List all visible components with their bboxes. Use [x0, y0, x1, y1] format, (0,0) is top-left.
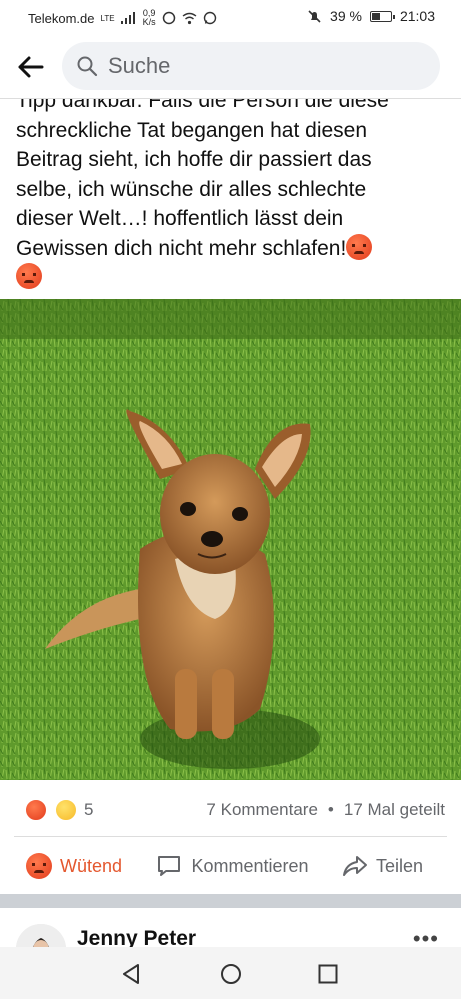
- whatsapp-icon: [203, 11, 216, 25]
- comment-icon: [158, 856, 180, 876]
- feed-separator: [0, 894, 461, 908]
- search-input[interactable]: [106, 52, 410, 80]
- sync-icon: [162, 11, 175, 25]
- status-left: Telekom.de LTE 0,9 K/s: [28, 9, 217, 27]
- dog-on-grass-image: [0, 299, 461, 780]
- status-bar: Telekom.de LTE 0,9 K/s 39 % 21:03: [0, 0, 461, 34]
- status-right: 39 % 21:03: [307, 8, 435, 24]
- post-text-line: Gewissen dich nicht mehr schlafen!: [16, 236, 347, 260]
- back-nav-icon[interactable]: [118, 961, 144, 987]
- speed-unit: K/s: [142, 17, 156, 27]
- post-actions: Wütend Kommentieren Teilen: [0, 838, 461, 894]
- comment-count[interactable]: 7 Kommentare: [206, 800, 318, 820]
- back-arrow-icon[interactable]: [14, 50, 48, 84]
- angry-emoji-icon: [26, 853, 52, 879]
- search-icon: [77, 56, 98, 77]
- recents-nav-icon[interactable]: [315, 961, 341, 987]
- share-button[interactable]: Teilen: [342, 838, 423, 894]
- bullet-separator: •: [327, 800, 334, 819]
- sad-reaction-icon: [54, 798, 78, 822]
- post-text-line: selbe, ich wünsche dir alles schlechte: [16, 177, 367, 201]
- comment-button[interactable]: Kommentieren: [156, 838, 310, 894]
- share-count[interactable]: 17 Mal geteilt: [344, 800, 445, 820]
- battery-icon: [369, 10, 395, 22]
- top-bar: [0, 36, 461, 99]
- home-nav-icon[interactable]: [218, 961, 244, 987]
- search-bar[interactable]: [62, 42, 440, 90]
- post-text-emoji-line: [16, 263, 446, 293]
- share-label: Teilen: [376, 855, 424, 876]
- signal-icon: [120, 12, 137, 24]
- post-text: Tipp dankbar. Falls die Person die diese…: [16, 86, 446, 293]
- network-type: LTE: [100, 13, 115, 23]
- system-nav-bar: [0, 947, 461, 999]
- post-text-last-line: Gewissen dich nicht mehr schlafen!: [16, 233, 446, 264]
- divider: [14, 836, 447, 837]
- carrier-name: Telekom.de: [28, 10, 95, 26]
- battery-percent: 39 %: [330, 8, 362, 24]
- wifi-icon: [182, 12, 197, 24]
- reaction-summary[interactable]: 5: [14, 798, 93, 822]
- post-photo[interactable]: [0, 299, 461, 780]
- post-text-line: Beitrag sieht, ich hoffe dir passiert da…: [16, 148, 372, 171]
- clock: 21:03: [399, 8, 435, 24]
- share-icon: [343, 856, 367, 876]
- react-label: Wütend: [60, 855, 123, 876]
- post-stats: 5 7 Kommentare • 17 Mal geteilt: [0, 790, 461, 830]
- angry-emoji-icon: [346, 233, 373, 260]
- angry-reaction-icon: [24, 798, 48, 822]
- react-button[interactable]: Wütend: [26, 838, 122, 894]
- angry-emoji-icon: [16, 263, 42, 289]
- post-text-line: dieser Welt…! hoffentlich lässt dein: [16, 207, 344, 230]
- network-speed: 0,9 K/s: [143, 9, 156, 27]
- reaction-count: 5: [84, 800, 94, 819]
- mute-icon: [308, 9, 321, 23]
- comment-label: Kommentieren: [191, 856, 309, 876]
- engagement-counts: 7 Kommentare • 17 Mal geteilt: [206, 800, 445, 820]
- post-text-line: schreckliche Tat begangen hat diesen: [16, 118, 368, 142]
